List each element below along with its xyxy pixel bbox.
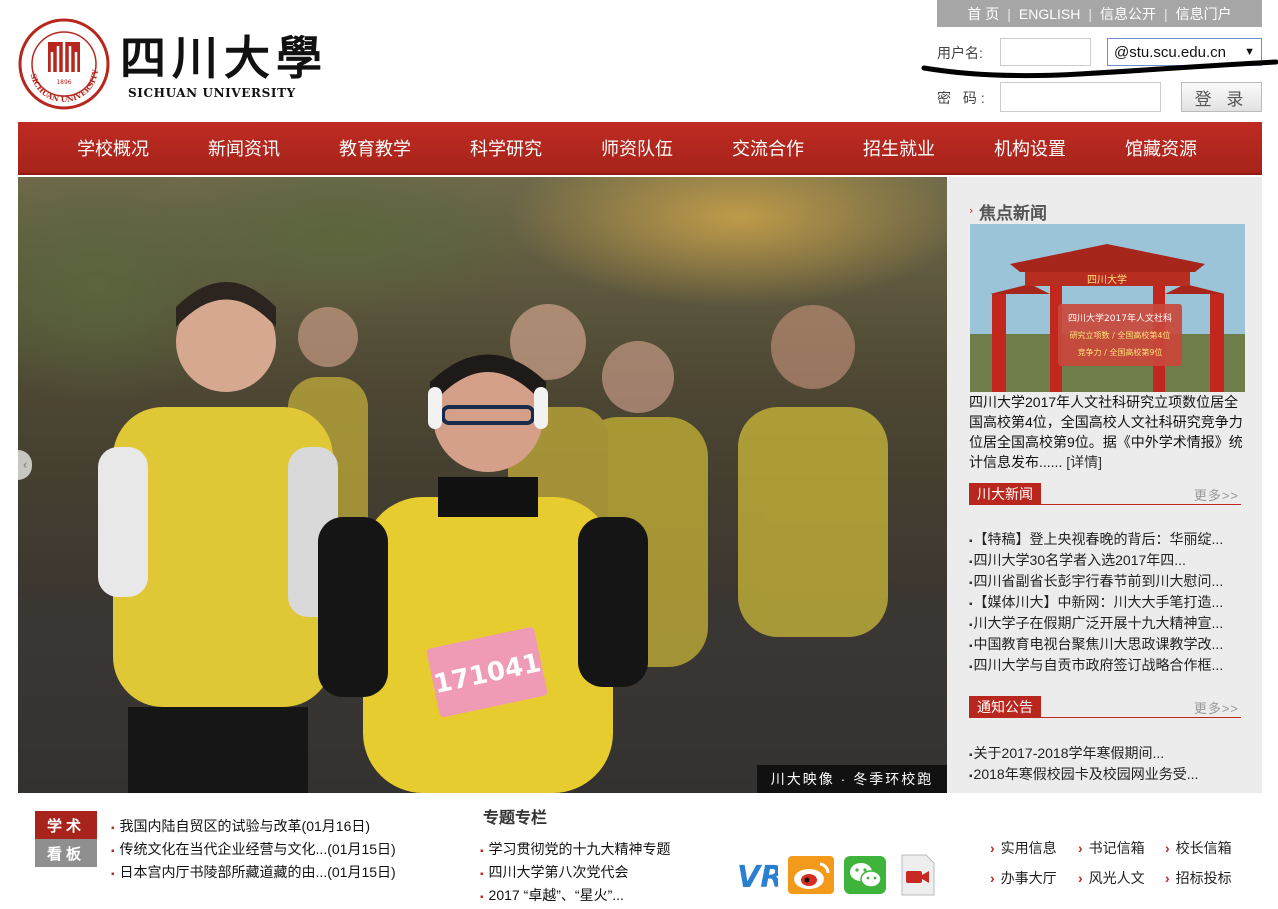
- university-seal-logo[interactable]: SICHUAN UNIVERSITY 1896: [18, 18, 110, 110]
- academic-list: 我国内陆自贸区的试验与改革(01月16日) 传统文化在当代企业经营与文化...(…: [111, 815, 396, 884]
- link-service-hall[interactable]: 办事大厅: [990, 868, 1057, 888]
- weibo-icon[interactable]: [788, 856, 834, 894]
- academic-badge-bottom: 看板: [35, 839, 97, 867]
- hero-slideshow[interactable]: 171041 ‹ 川大映像 · 冬季环校跑: [18, 177, 947, 793]
- email-domain-select[interactable]: @stu.scu.edu.cn ▼: [1107, 38, 1262, 66]
- link-info-portal[interactable]: 信息门户: [1168, 4, 1240, 24]
- list-item[interactable]: 四川大学与自贡市政府签订战略合作框...: [969, 655, 1244, 676]
- main-nav: 学校概况 新闻资讯 教育教学 科学研究 师资队伍 交流合作 招生就业 机构设置 …: [18, 122, 1262, 175]
- site-header: SICHUAN UNIVERSITY 1896 四川大學 SICHUAN UNI…: [0, 0, 1278, 122]
- list-item[interactable]: 2018年寒假校园卡及校园网业务受...: [969, 764, 1244, 785]
- video-icon[interactable]: [896, 853, 938, 897]
- academic-badge-top: 学术: [35, 811, 97, 839]
- nav-item-about[interactable]: 学校概况: [43, 135, 174, 161]
- hero-caption: 川大映像 · 冬季环校跑: [757, 765, 947, 793]
- list-item[interactable]: 中国教育电视台聚焦川大思政课教学改...: [969, 634, 1244, 655]
- username-input[interactable]: [1000, 38, 1091, 66]
- wechat-icon[interactable]: [844, 856, 886, 894]
- list-item[interactable]: 关于2017-2018学年寒假期间...: [969, 743, 1244, 764]
- domain-select-value: @stu.scu.edu.cn: [1114, 43, 1226, 61]
- link-campus-scenery[interactable]: 风光人文: [1078, 868, 1145, 888]
- scu-news-more-link[interactable]: 更多>>: [1194, 485, 1239, 504]
- focus-news-title: 焦点新闻: [979, 204, 1047, 223]
- list-item[interactable]: 川大学子在假期广泛开展十九大精神宣...: [969, 613, 1244, 634]
- scu-news-header: 川大新闻 更多>>: [969, 483, 1241, 505]
- list-item[interactable]: 【媒体川大】中新网：川大大手笔打造...: [969, 592, 1244, 613]
- list-item[interactable]: 四川省副省长彭宇行春节前到川大慰问...: [969, 571, 1244, 592]
- svg-text:VR: VR: [737, 860, 778, 893]
- nav-item-research[interactable]: 科学研究: [436, 135, 567, 161]
- notices-header: 通知公告 更多>>: [969, 696, 1241, 718]
- password-input[interactable]: [1000, 82, 1161, 112]
- nav-item-education[interactable]: 教育教学: [305, 135, 436, 161]
- link-bidding[interactable]: 招标投标: [1165, 868, 1232, 888]
- focus-news-text: 四川大学2017年人文社科研究立项数位居全国高校第4位，全国高校人文社科研究竞争…: [969, 394, 1243, 470]
- link-practical-info[interactable]: 实用信息: [990, 838, 1057, 858]
- login-button[interactable]: 登 录: [1181, 82, 1262, 112]
- link-info-disclosure[interactable]: 信息公开: [1092, 4, 1164, 24]
- list-item[interactable]: 传统文化在当代企业经营与文化...(01月15日): [111, 838, 396, 861]
- vr-icon[interactable]: VR: [736, 857, 778, 893]
- notices-more-link[interactable]: 更多>>: [1194, 698, 1239, 717]
- svg-text:1896: 1896: [56, 79, 71, 86]
- list-item[interactable]: 学习贯彻党的十九大精神专题: [480, 838, 671, 861]
- focus-news-more-link[interactable]: [详情]: [1066, 454, 1102, 470]
- special-topics-title: 专题专栏: [483, 810, 548, 827]
- list-item[interactable]: 日本宫内厅书陵部所藏道藏的由...(01月15日): [111, 861, 396, 884]
- link-president-mailbox[interactable]: 校长信箱: [1165, 838, 1232, 858]
- svg-text:竞争力 / 全国高校第9位: 竞争力 / 全国高校第9位: [1078, 347, 1163, 357]
- link-secretary-mailbox[interactable]: 书记信箱: [1078, 838, 1145, 858]
- list-item[interactable]: 四川大学30名学者入选2017年四...: [969, 550, 1244, 571]
- social-icons: VR: [736, 853, 938, 897]
- nav-item-news[interactable]: 新闻资讯: [174, 135, 305, 161]
- nav-item-exchange[interactable]: 交流合作: [698, 135, 829, 161]
- nav-item-admissions[interactable]: 招生就业: [829, 135, 960, 161]
- nav-item-departments[interactable]: 机构设置: [960, 135, 1091, 161]
- list-item[interactable]: 2017 “卓越”、“星火”...: [480, 884, 671, 907]
- list-item[interactable]: 四川大学第八次党代会: [480, 861, 671, 884]
- notices-tab[interactable]: 通知公告: [969, 696, 1041, 718]
- focus-news-summary[interactable]: 四川大学2017年人文社科研究立项数位居全国高校第4位，全国高校人文社科研究竞争…: [969, 392, 1244, 472]
- logo-wordmark-en[interactable]: SICHUAN UNIVERSITY: [128, 86, 296, 100]
- logo-wordmark-cn[interactable]: 四川大學: [120, 22, 328, 88]
- link-home[interactable]: 首 页: [959, 4, 1007, 24]
- scu-news-list: 【特稿】登上央视春晚的背后：华丽绽... 四川大学30名学者入选2017年四..…: [969, 529, 1244, 676]
- notices-list: 关于2017-2018学年寒假期间... 2018年寒假校园卡及校园网业务受..…: [969, 743, 1244, 785]
- special-topics-list: 学习贯彻党的十九大精神专题 四川大学第八次党代会 2017 “卓越”、“星火”.…: [480, 838, 671, 907]
- username-label: 用户名:: [937, 45, 983, 61]
- scu-news-tab[interactable]: 川大新闻: [969, 483, 1041, 505]
- password-label: 密 码:: [937, 90, 989, 106]
- svg-text:四川大学: 四川大学: [1087, 273, 1127, 286]
- dropdown-arrow-icon: ▼: [1244, 46, 1255, 58]
- list-item[interactable]: 【特稿】登上央视春晚的背后：华丽绽...: [969, 529, 1244, 550]
- hero-photo-runners: 171041: [18, 177, 947, 793]
- academic-board-badge: 学术 看板: [35, 811, 97, 867]
- nav-item-faculty[interactable]: 师资队伍: [567, 135, 698, 161]
- section-arrow-icon: ›: [969, 204, 974, 217]
- news-sidebar: › 焦点新闻 四川大学 四川大学2017年人文社科 研究立项数 / 全国高校第4…: [947, 177, 1262, 793]
- nav-item-library[interactable]: 馆藏资源: [1091, 135, 1222, 161]
- top-links-bar: 首 页 | ENGLISH | 信息公开 | 信息门户: [937, 0, 1262, 27]
- footer-section: 学术 看板 我国内陆自贸区的试验与改革(01月16日) 传统文化在当代企业经营与…: [0, 793, 1278, 909]
- focus-news-image[interactable]: 四川大学 四川大学2017年人文社科 研究立项数 / 全国高校第4位 竞争力 /…: [970, 224, 1245, 392]
- svg-text:研究立项数 / 全国高校第4位: 研究立项数 / 全国高校第4位: [1070, 330, 1171, 340]
- list-item[interactable]: 我国内陆自贸区的试验与改革(01月16日): [111, 815, 396, 838]
- link-english[interactable]: ENGLISH: [1011, 6, 1088, 22]
- svg-text:四川大学2017年人文社科: 四川大学2017年人文社科: [1068, 312, 1172, 324]
